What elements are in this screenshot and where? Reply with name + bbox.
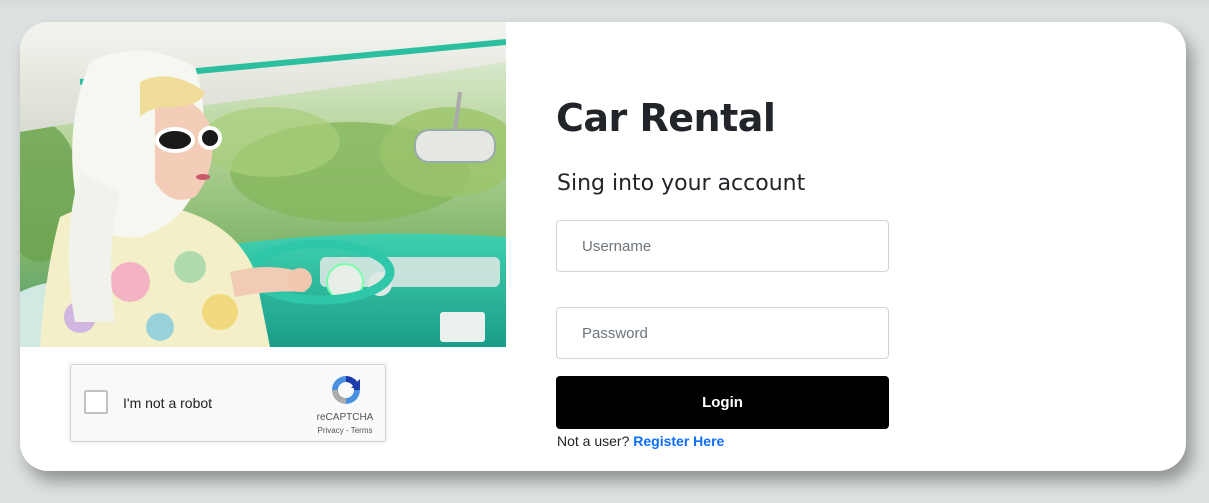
recaptcha-links-separator: -	[343, 426, 351, 435]
recaptcha-checkbox[interactable]	[84, 390, 108, 414]
recaptcha-privacy-link[interactable]: Privacy	[318, 426, 344, 435]
page: I'm not a robot reCAPTCHA Privacy - Term…	[0, 0, 1209, 503]
username-input[interactable]	[556, 220, 889, 272]
recaptcha-label: I'm not a robot	[123, 395, 213, 411]
recaptcha-logo-icon	[332, 376, 360, 404]
register-prompt-text: Not a user?	[557, 433, 634, 449]
login-card: I'm not a robot reCAPTCHA Privacy - Term…	[20, 22, 1186, 471]
recaptcha-brand: reCAPTCHA	[316, 412, 374, 423]
register-link[interactable]: Register Here	[633, 433, 724, 449]
page-title: Car Rental	[556, 96, 776, 140]
password-input[interactable]	[556, 307, 889, 359]
woman-driving-vintage-car-photo	[20, 22, 506, 347]
login-button[interactable]: Login	[556, 376, 889, 429]
hero-photo	[20, 22, 506, 347]
register-prompt: Not a user? Register Here	[557, 433, 724, 449]
recaptcha-links: Privacy - Terms	[302, 426, 388, 435]
recaptcha-terms-link[interactable]: Terms	[351, 426, 373, 435]
page-subtitle: Sing into your account	[557, 171, 806, 196]
recaptcha-widget: I'm not a robot reCAPTCHA Privacy - Term…	[70, 364, 386, 442]
